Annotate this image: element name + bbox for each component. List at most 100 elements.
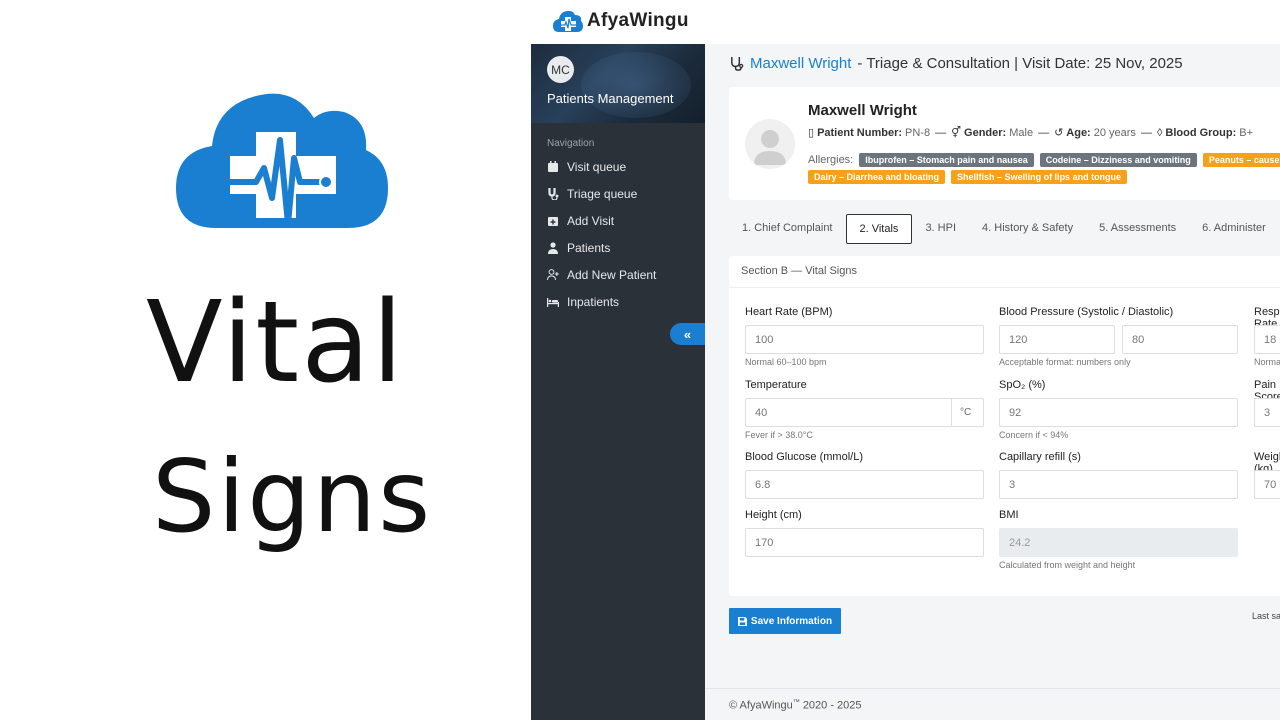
sidebar-item-label: Visit queue [567, 160, 627, 174]
temperature-label: Temperature [745, 379, 807, 391]
capillary-refill-input[interactable]: 3 [999, 470, 1238, 499]
diastolic-input[interactable]: 80 [1122, 325, 1238, 354]
heart-rate-input[interactable]: 100 [745, 325, 984, 354]
consultation-tabs: 1. Chief Complaint 2. Vitals 3. HPI 4. H… [729, 214, 1279, 244]
blood-glucose-input[interactable]: 6.8 [745, 470, 984, 499]
sidebar-header: MC Patients Management [531, 44, 705, 123]
calendar-plus-icon [548, 217, 558, 226]
calendar-icon [548, 161, 558, 172]
footer-divider [705, 688, 1280, 689]
tab-administer[interactable]: 6. Administer [1189, 214, 1279, 244]
allergy-badge: Peanuts – causes throat tightening [1202, 153, 1280, 167]
nav-section-label: Navigation [547, 138, 595, 149]
id-card-icon: ▯ [808, 127, 815, 139]
sidebar: MC Patients Management Navigation Visit … [531, 44, 705, 720]
bmi-input: 24.2 [999, 528, 1238, 557]
sidebar-item-add-visit[interactable]: Add Visit [547, 214, 614, 228]
vitals-card: Section B — Vital Signs Heart Rate (BPM)… [729, 256, 1280, 596]
heart-rate-label: Heart Rate (BPM) [745, 306, 833, 318]
patient-avatar [745, 119, 795, 169]
brand-logo[interactable]: AfyaWingu [553, 10, 689, 32]
spo2-hint: Concern if < 94% [999, 430, 1069, 440]
floppy-disk-icon [737, 616, 747, 626]
height-input[interactable]: 170 [745, 528, 984, 557]
avatar[interactable]: MC [547, 56, 574, 83]
patient-name-link[interactable]: Maxwell Wright [750, 55, 851, 72]
sidebar-item-visit-queue[interactable]: Visit queue [547, 160, 626, 174]
allergy-row-2: Dairy – Diarrhea and bloating Shellfish … [808, 170, 1128, 184]
sidebar-item-label: Patients [567, 241, 611, 255]
user-doctor-icon [548, 242, 558, 254]
systolic-input[interactable]: 120 [999, 325, 1115, 354]
allergy-badge: Codeine – Dizziness and vomiting [1039, 153, 1197, 167]
droplet-icon: ◊ [1156, 126, 1163, 139]
allergy-badge: Dairy – Diarrhea and bloating [808, 170, 946, 184]
sidebar-item-inpatients[interactable]: Inpatients [547, 295, 619, 309]
tab-assessments[interactable]: 5. Assessments [1086, 214, 1189, 244]
tab-history-safety[interactable]: 4. History & Safety [969, 214, 1086, 244]
spo2-input[interactable]: 92 [999, 398, 1238, 427]
patient-number: PN-8 [905, 126, 931, 139]
allergy-badge: Ibuprofen – Stomach pain and nausea [859, 153, 1034, 167]
blood-group-value: B+ [1239, 126, 1254, 139]
medical-cloud-icon [553, 10, 583, 32]
gender-value: Male [1009, 126, 1034, 139]
height-label: Height (cm) [745, 509, 802, 521]
blood-glucose-label: Blood Glucose (mmol/L) [745, 451, 863, 463]
main-content: Maxwell Wright - Triage & Consultation |… [705, 44, 1280, 720]
app-window: AfyaWingu MC Patients Management Navigat… [531, 0, 1280, 720]
bmi-label: BMI [999, 509, 1019, 521]
weight-input[interactable]: 70 [1254, 470, 1280, 499]
temperature-unit: °C [952, 398, 984, 427]
heart-rate-hint: Normal 60–100 bpm [745, 357, 827, 367]
respiratory-rate-hint: Normal [1254, 357, 1280, 367]
tab-hpi[interactable]: 3. HPI [912, 214, 969, 244]
tab-vitals[interactable]: 2. Vitals [845, 214, 913, 244]
stethoscope-icon [731, 56, 744, 71]
gender-label: Gender: [964, 126, 1007, 139]
sidebar-item-patients[interactable]: Patients [547, 241, 610, 255]
allergies-label: Allergies: [808, 154, 854, 166]
patient-summary-card: Maxwell Wright ▯ Patient Number: PN-8 — … [729, 87, 1280, 200]
footer: © AfyaWingu™ 2020 - 2025 [729, 699, 862, 712]
temperature-hint: Fever if > 38.0°C [745, 430, 813, 440]
allergy-badge: Shellfish – Swelling of lips and tongue [951, 170, 1128, 184]
sidebar-collapse-button[interactable]: « [670, 323, 705, 345]
blood-pressure-label: Blood Pressure (Systolic / Diastolic) [999, 306, 1174, 318]
sidebar-item-label: Inpatients [567, 295, 620, 309]
sidebar-item-label: Triage queue [567, 187, 638, 201]
sidebar-item-label: Add New Patient [567, 268, 657, 282]
bmi-hint: Calculated from weight and height [999, 560, 1136, 570]
footer-years: 2020 - 2025 [802, 699, 862, 712]
sidebar-item-triage-queue[interactable]: Triage queue [547, 187, 637, 201]
temperature-input[interactable]: 40 [745, 398, 952, 427]
topbar: AfyaWingu [531, 0, 1280, 44]
pain-score-input[interactable]: 3 [1254, 398, 1280, 427]
blood-group-label: Blood Group: [1165, 126, 1237, 139]
brand-name: AfyaWingu [587, 10, 689, 31]
separator: — [935, 126, 947, 139]
user-silhouette-icon [754, 130, 786, 165]
medical-cloud-logo-icon [176, 93, 388, 228]
sidebar-title: Patients Management [547, 91, 674, 106]
respiratory-rate-input[interactable]: 18 [1254, 325, 1280, 354]
age-value: 20 years [1093, 126, 1136, 139]
patient-meta: ▯ Patient Number: PN-8 — ⚥ Gender: Male … [808, 126, 1254, 140]
screen: Vital Signs AfyaWingu MC Patients Manage… [0, 0, 1280, 720]
user-plus-icon [547, 269, 559, 281]
save-button[interactable]: Save Information [729, 608, 841, 634]
patient-name: Maxwell Wright [808, 102, 917, 119]
page-title-text: - Triage & Consultation | Visit Date: 25… [857, 55, 1183, 72]
sidebar-item-label: Add Visit [567, 214, 615, 228]
spo2-label: SpO₂ (%) [999, 379, 1046, 391]
save-button-label: Save Information [750, 615, 833, 627]
sidebar-item-add-new-patient[interactable]: Add New Patient [547, 268, 656, 282]
trademark: ™ [792, 699, 800, 706]
blood-pressure-hint: Acceptable format: numbers only [999, 357, 1131, 367]
last-saved-text: Last saved [1252, 611, 1280, 621]
section-title: Section B — Vital Signs [729, 256, 1280, 288]
tab-chief-complaint[interactable]: 1. Chief Complaint [729, 214, 846, 244]
patient-number-label: Patient Number: [817, 126, 903, 139]
allergy-row-1: Allergies: Ibuprofen – Stomach pain and … [808, 153, 1280, 167]
age-label: Age: [1066, 126, 1091, 139]
